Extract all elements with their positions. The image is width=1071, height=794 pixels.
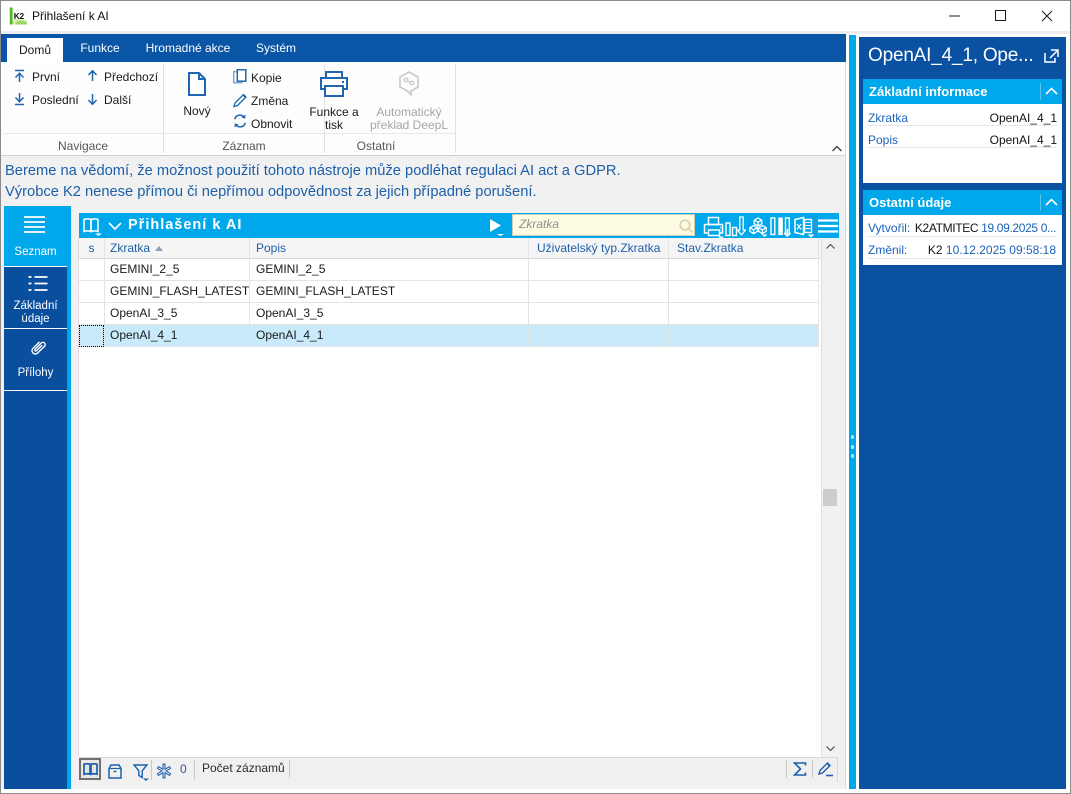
svg-text:x: x (796, 222, 802, 233)
svg-text:K2: K2 (14, 11, 25, 21)
